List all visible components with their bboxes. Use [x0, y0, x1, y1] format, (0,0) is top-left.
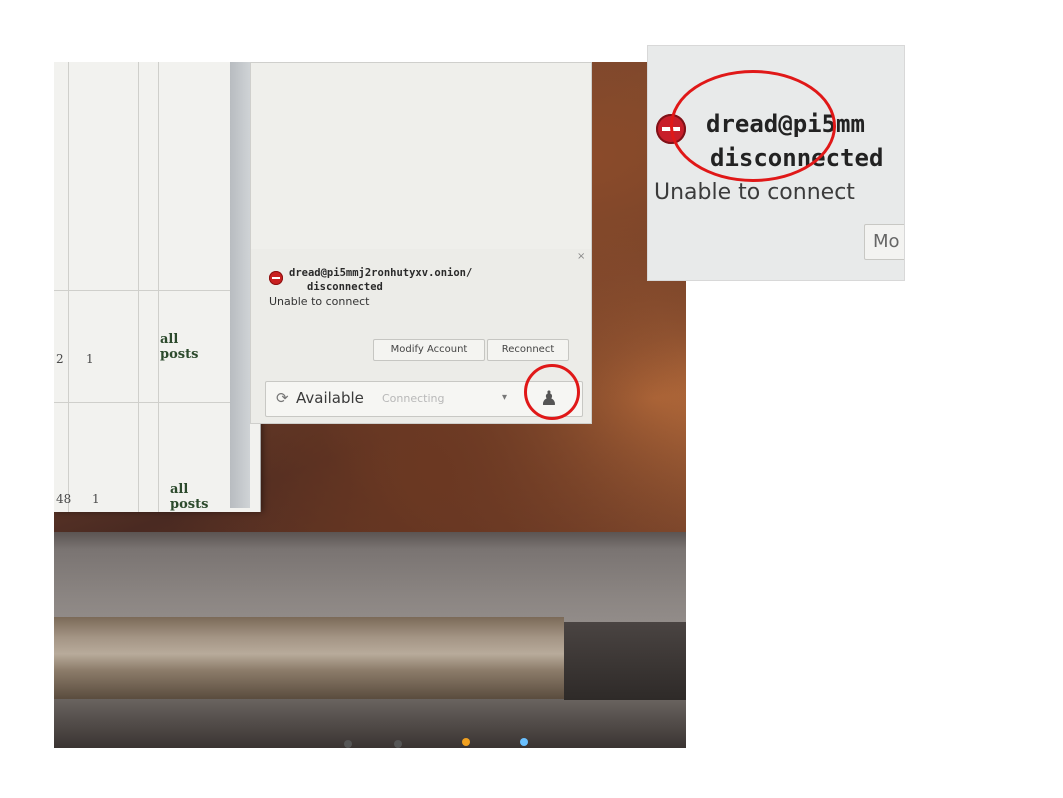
topic-count: 48 — [56, 492, 72, 506]
panel-blank-area — [251, 63, 591, 249]
indicator-light — [462, 738, 470, 746]
table-divider — [138, 62, 139, 512]
zoom-inset: dread@pi5mm disconnected Unable to conne… — [647, 45, 905, 281]
link-line: posts — [160, 347, 199, 362]
annotation-circle — [670, 70, 836, 182]
all-posts-link[interactable]: all posts — [170, 482, 208, 512]
reconnect-button[interactable]: Reconnect — [487, 339, 569, 361]
connection-notification: dread@pi5mmj2ronhutyxv.onion/ disconnect… — [261, 249, 589, 369]
window-scrollbar[interactable] — [230, 62, 250, 508]
indicator-light — [394, 740, 402, 748]
topic-count: 2 — [56, 352, 64, 366]
all-posts-link[interactable]: all posts — [160, 332, 198, 362]
modify-account-button[interactable]: Modify Account — [373, 339, 485, 361]
table-divider — [68, 62, 69, 512]
link-line: posts — [170, 497, 209, 512]
error-message: Unable to connect — [269, 295, 370, 308]
account-name: dread@pi5mmj2ronhutyxv.onion/ — [289, 267, 473, 279]
hinge-shadow — [564, 622, 686, 700]
laptop-hinge — [54, 617, 564, 699]
post-count: 1 — [86, 352, 94, 366]
chevron-down-icon[interactable]: ▾ — [502, 392, 507, 403]
error-message: Unable to connect — [654, 180, 855, 205]
connection-state: disconnected — [307, 281, 383, 293]
status-label: Available — [296, 389, 364, 407]
modify-account-button[interactable]: Mo — [864, 224, 904, 260]
sub-status-label: Connecting — [382, 392, 445, 405]
table-divider — [158, 62, 159, 512]
error-icon — [269, 271, 283, 285]
post-count: 1 — [92, 492, 100, 506]
indicator-light — [520, 738, 528, 746]
link-line: all — [170, 482, 189, 497]
link-line: all — [160, 332, 179, 347]
indicator-light — [344, 740, 352, 748]
spinner-icon: ⟳ — [276, 389, 289, 407]
laptop-photo: 2 1 all posts 48 1 all posts × dread@pi5… — [54, 62, 686, 748]
annotation-circle — [524, 364, 580, 420]
